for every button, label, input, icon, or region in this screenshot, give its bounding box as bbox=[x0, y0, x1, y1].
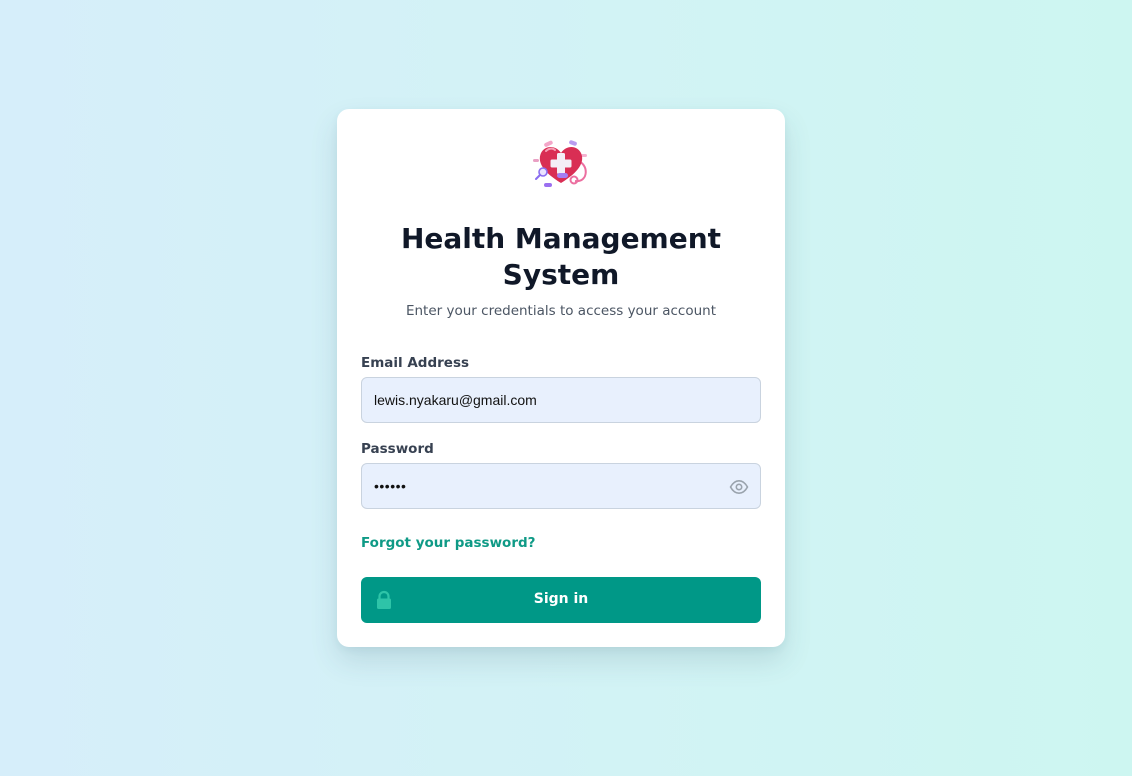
email-field-container bbox=[361, 377, 761, 423]
heart-medical-icon bbox=[531, 139, 591, 191]
page-title: Health Management System bbox=[400, 222, 722, 291]
login-card: Health Management System Enter your cred… bbox=[337, 109, 785, 647]
password-field-container bbox=[361, 463, 761, 509]
email-label: Email Address bbox=[361, 355, 470, 371]
password-field[interactable] bbox=[362, 464, 760, 508]
email-field[interactable] bbox=[362, 378, 760, 422]
eye-icon[interactable] bbox=[729, 477, 749, 497]
page-subtitle: Enter your credentials to access your ac… bbox=[405, 303, 717, 319]
password-label: Password bbox=[361, 441, 434, 457]
sign-in-label: Sign in bbox=[533, 591, 589, 607]
sign-in-button[interactable]: Sign in bbox=[361, 577, 761, 623]
forgot-password-link[interactable]: Forgot your password? bbox=[361, 535, 536, 551]
